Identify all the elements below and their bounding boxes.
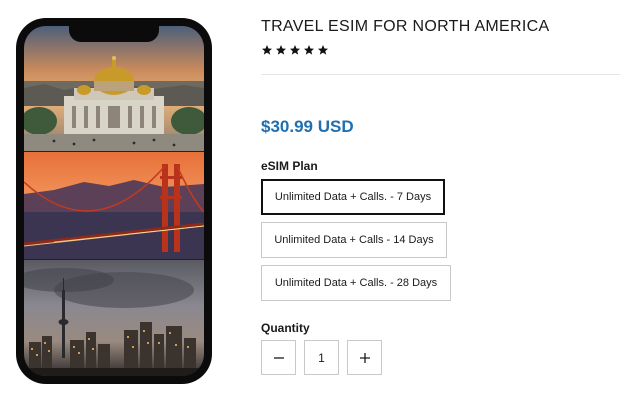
- product-title: TRAVEL ESIM FOR NORTH AMERICA: [261, 18, 550, 35]
- product-price: $30.99 USD: [261, 117, 354, 136]
- plan-option-7-days[interactable]: Unlimited Data + Calls. - 7 Days: [261, 179, 445, 215]
- esim-plan-label: eSIM Plan: [261, 159, 318, 173]
- star-icon: [304, 45, 314, 55]
- quantity-input[interactable]: 1: [304, 340, 339, 375]
- phone-notch: [69, 26, 159, 42]
- quantity-increment-button[interactable]: [347, 340, 382, 375]
- product-page: TRAVEL ESIM FOR NORTH AMERICA $30.99 USD…: [0, 0, 636, 400]
- star-icon: [290, 45, 300, 55]
- plus-icon: [359, 352, 370, 363]
- golden-gate-bridge-image: [24, 152, 204, 259]
- quantity-label: Quantity: [261, 321, 310, 335]
- plan-option-28-days[interactable]: Unlimited Data + Calls. - 28 Days: [261, 265, 451, 301]
- minus-icon: [273, 356, 284, 359]
- toronto-skyline-image: [24, 260, 204, 376]
- rating-stars: [261, 44, 329, 56]
- mexico-city-palace-image: [24, 26, 204, 151]
- quantity-decrement-button[interactable]: [261, 340, 296, 375]
- product-image-phone: [16, 18, 212, 384]
- divider: [261, 74, 620, 75]
- star-icon: [276, 45, 286, 55]
- plan-option-14-days[interactable]: Unlimited Data + Calls - 14 Days: [261, 222, 447, 258]
- star-icon: [318, 45, 328, 55]
- quantity-stepper: 1: [261, 340, 382, 375]
- phone-screen: [24, 26, 204, 376]
- star-icon: [262, 45, 272, 55]
